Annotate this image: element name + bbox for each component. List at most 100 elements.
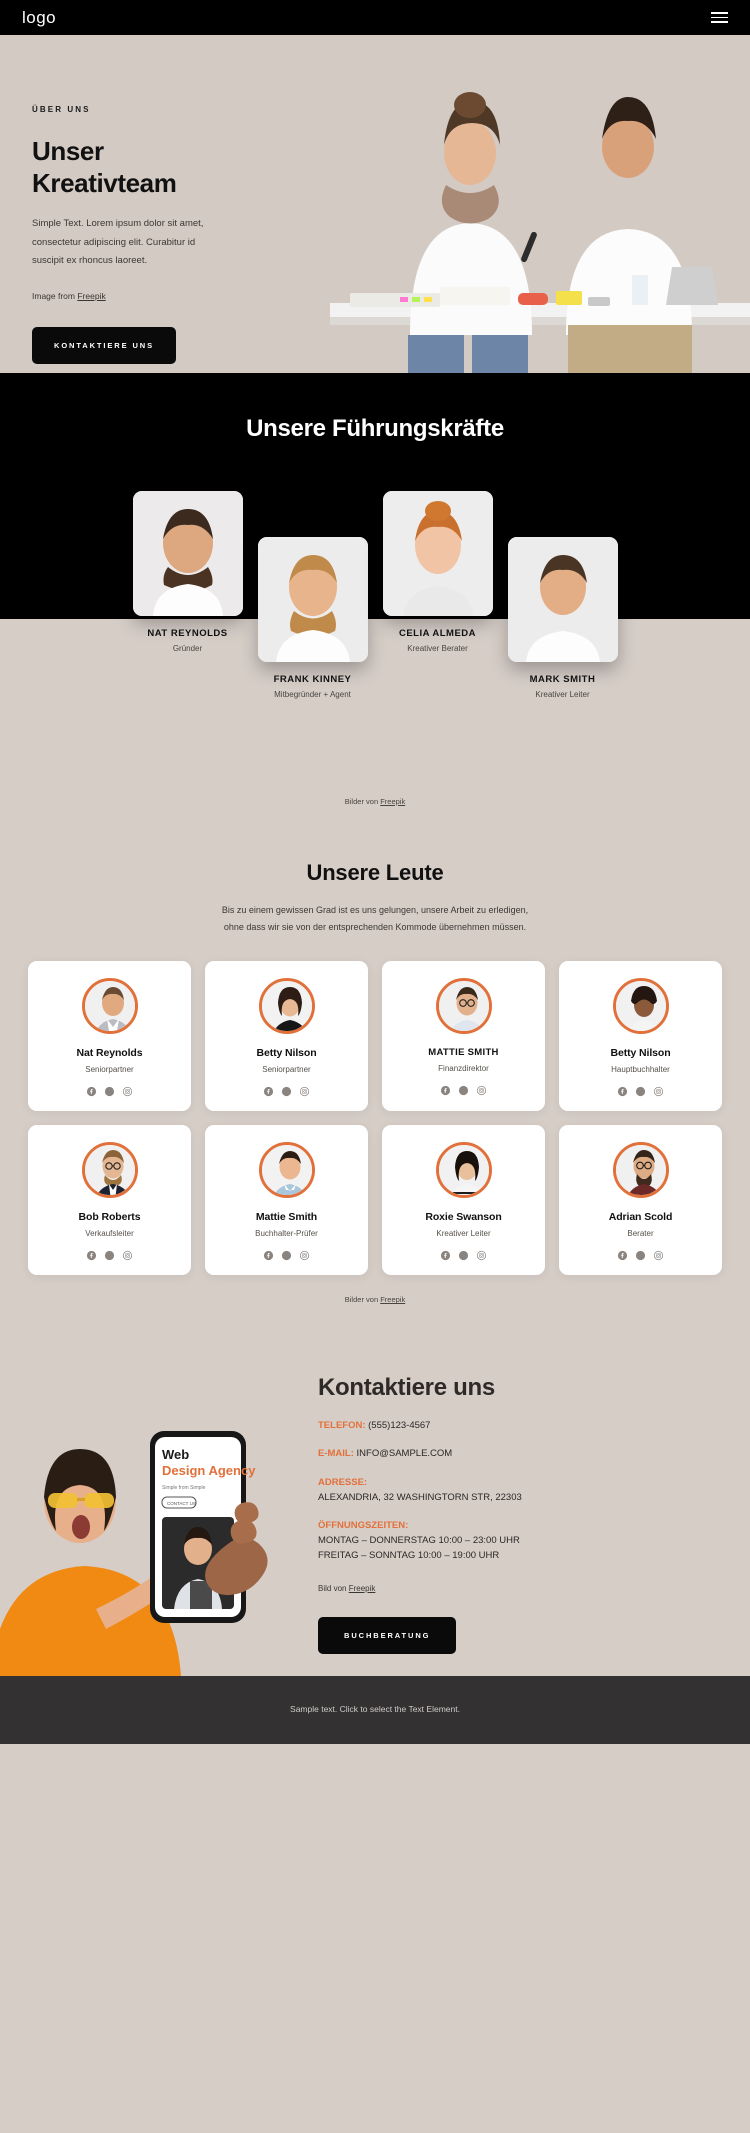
facebook-icon[interactable] [263, 1250, 274, 1261]
people-grid-row-2: Bob Roberts Verkaufsleiter Mattie Smith … [0, 1111, 750, 1276]
site-header: logo [0, 0, 750, 35]
person-name: Roxie Swanson [425, 1211, 502, 1224]
person-name: Adrian Scold [608, 1211, 673, 1224]
avatar [258, 1142, 315, 1199]
hero-copy: ÜBER UNS Unser Kreativteam Simple Text. … [0, 35, 330, 364]
contact-hours-row: ÖFFNUNGSZEITEN: MONTAG – DONNERSTAG 10:0… [318, 1518, 718, 1564]
avatar [435, 1142, 492, 1199]
contact-address-row: ADRESSE: ALEXANDRIA, 32 WASHINGTORN STR,… [318, 1475, 718, 1505]
contact-phone-value[interactable]: (555)123-4567 [368, 1420, 430, 1431]
person-card[interactable]: Bob Roberts Verkaufsleiter [28, 1125, 191, 1276]
facebook-icon[interactable] [86, 1250, 97, 1261]
instagram-icon[interactable] [653, 1086, 664, 1097]
facebook-icon[interactable] [440, 1250, 451, 1261]
contact-section: Web Design Agency Simple from Simple CON… [0, 1346, 750, 1677]
facebook-icon[interactable] [440, 1085, 451, 1096]
leader-card[interactable]: FRANK KINNEY Mitbegründer + Agent [257, 491, 368, 781]
contact-hours-label: ÖFFNUNGSZEITEN: [318, 1520, 409, 1532]
people-section: Unsere Leute Bis zu einem gewissen Grad … [0, 806, 750, 1305]
contact-address-label: ADRESSE: [318, 1476, 368, 1488]
twitter-icon[interactable] [281, 1250, 292, 1261]
twitter-icon[interactable] [635, 1086, 646, 1097]
contact-address-value: ALEXANDRIA, 32 WASHINGTORN STR, 22303 [318, 1491, 522, 1503]
social-links [390, 1250, 537, 1261]
person-role: Berater [627, 1229, 654, 1239]
leader-photo [507, 537, 618, 662]
site-footer: Sample text. Click to select the Text El… [0, 1676, 750, 1745]
svg-text:Web: Web [162, 1447, 189, 1462]
instagram-icon[interactable] [122, 1086, 133, 1097]
people-title: Unsere Leute [306, 860, 444, 885]
person-name: Mattie Smith [255, 1211, 318, 1224]
person-card[interactable]: Betty Nilson Hauptbuchhalter [559, 961, 722, 1112]
leadership-section: Unsere Führungskräfte NAT REYNOLDS Gründ… [0, 373, 750, 806]
instagram-icon[interactable] [299, 1250, 310, 1261]
person-card[interactable]: MATTIE SMITH Finanzdirektor [382, 961, 545, 1112]
twitter-icon[interactable] [281, 1086, 292, 1097]
facebook-icon[interactable] [86, 1086, 97, 1097]
contact-email-label: E-MAIL: [318, 1448, 354, 1460]
hero-title-line-1: Unser [32, 136, 104, 166]
book-consultation-button[interactable]: BUCHBERATUNG [318, 1616, 457, 1654]
hamburger-bar [711, 12, 728, 14]
leader-name: MARK SMITH [529, 674, 596, 685]
instagram-icon[interactable] [476, 1250, 487, 1261]
person-role: Hauptbuchhalter [611, 1065, 670, 1075]
social-links [390, 1085, 537, 1096]
footer-text[interactable]: Sample text. Click to select the Text El… [290, 1704, 460, 1714]
person-role: Seniorpartner [262, 1065, 311, 1075]
contact-hours-line-2: FREITAG – SONNTAG 10:00 – 19:00 UHR [318, 1550, 500, 1562]
hamburger-icon[interactable] [711, 12, 728, 23]
instagram-icon[interactable] [653, 1250, 664, 1261]
contact-photo: Web Design Agency Simple from Simple CON… [0, 1401, 310, 1677]
person-role: Buchhalter-Prüfer [255, 1229, 318, 1239]
leader-role: Mitbegründer + Agent [274, 690, 351, 699]
person-name: Betty Nilson [610, 1047, 671, 1060]
contact-credit-link[interactable]: Freepik [349, 1584, 376, 1593]
person-card[interactable]: Nat Reynolds Seniorpartner [28, 961, 191, 1112]
twitter-icon[interactable] [458, 1250, 469, 1261]
person-card[interactable]: Roxie Swanson Kreativer Leiter [382, 1125, 545, 1276]
hero-paragraph: Simple Text. Lorem ipsum dolor sit amet,… [32, 218, 204, 267]
contact-us-button[interactable]: KONTAKTIERE UNS [32, 326, 177, 364]
leadership-credit-link[interactable]: Freepik [380, 797, 405, 806]
facebook-icon[interactable] [263, 1086, 274, 1097]
instagram-icon[interactable] [122, 1250, 133, 1261]
people-credit-prefix: Bilder von [344, 1295, 381, 1305]
leadership-title: Unsere Führungskräfte [246, 415, 504, 442]
avatar [612, 978, 669, 1035]
hero-section: ÜBER UNS Unser Kreativteam Simple Text. … [0, 35, 750, 373]
twitter-icon[interactable] [104, 1250, 115, 1261]
hero-credit-link[interactable]: Freepik [77, 291, 105, 301]
facebook-icon[interactable] [617, 1086, 628, 1097]
site-logo[interactable]: logo [22, 8, 56, 28]
twitter-icon[interactable] [635, 1250, 646, 1261]
social-links [213, 1250, 360, 1261]
svg-text:CONTACT US: CONTACT US [167, 1501, 196, 1506]
person-card[interactable]: Mattie Smith Buchhalter-Prüfer [205, 1125, 368, 1276]
leader-card[interactable]: MARK SMITH Kreativer Leiter [507, 491, 618, 781]
people-subtitle-line-2: ohne dass wir sie von der entsprechenden… [223, 921, 527, 932]
hero-photo [290, 35, 750, 373]
instagram-icon[interactable] [476, 1085, 487, 1096]
hero-title-line-2: Kreativteam [32, 167, 177, 198]
svg-text:Design Agency: Design Agency [162, 1463, 256, 1478]
twitter-icon[interactable] [104, 1086, 115, 1097]
social-links [567, 1086, 714, 1097]
leader-role: Kreativer Leiter [535, 690, 590, 699]
person-card[interactable]: Betty Nilson Seniorpartner [205, 961, 368, 1112]
person-card[interactable]: Adrian Scold Berater [559, 1125, 722, 1276]
leader-card[interactable]: NAT REYNOLDS Gründer [132, 491, 243, 781]
leader-card[interactable]: CELIA ALMEDA Kreativer Berater [382, 491, 493, 781]
contact-email-value[interactable]: INFO@SAMPLE.COM [357, 1448, 453, 1459]
facebook-icon[interactable] [617, 1250, 628, 1261]
social-links [567, 1250, 714, 1261]
instagram-icon[interactable] [299, 1086, 310, 1097]
avatar [435, 978, 492, 1035]
people-credit-link[interactable]: Freepik [380, 1295, 405, 1304]
contact-details: Kontaktiere uns TELEFON: (555)123-4567 E… [318, 1374, 718, 1654]
person-role: Verkaufsleiter [85, 1229, 134, 1239]
hero-image-credit: Image from Freepik [32, 291, 330, 301]
twitter-icon[interactable] [458, 1085, 469, 1096]
leader-role: Gründer [172, 644, 203, 653]
